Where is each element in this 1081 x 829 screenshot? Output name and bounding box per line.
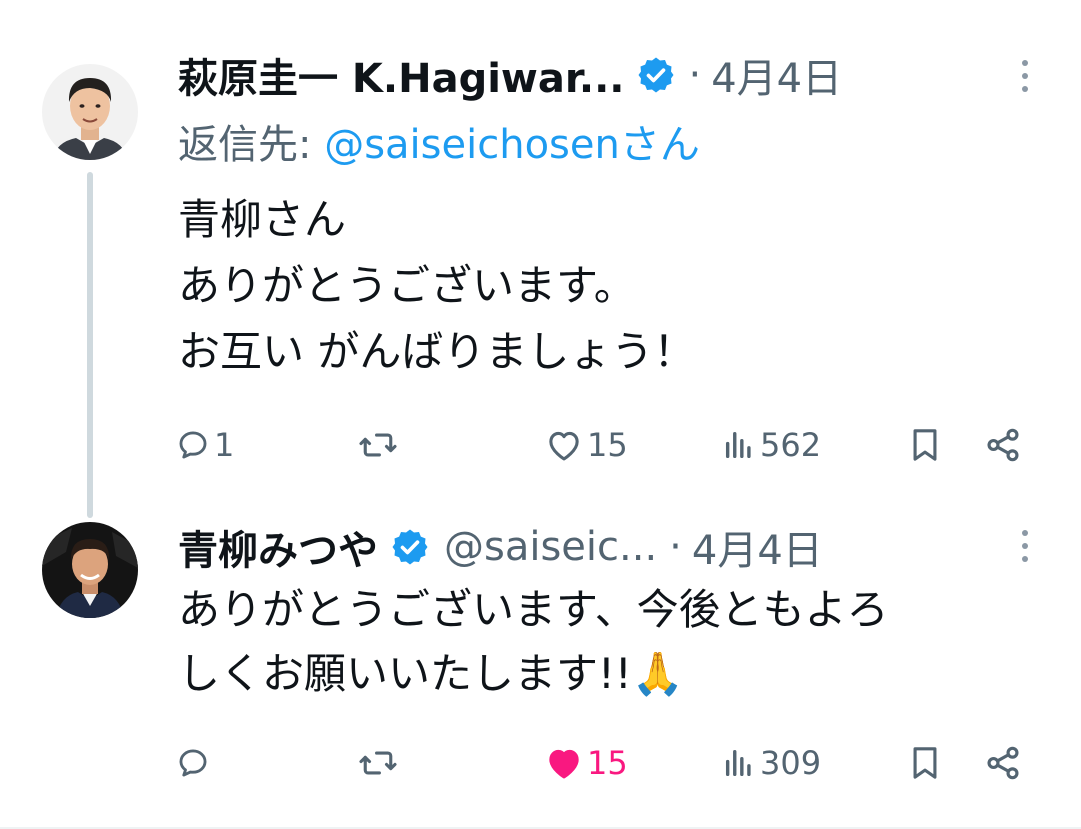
tweet-1[interactable]: 萩原圭一 K.Hagiwar... · 4月4日 返信先: @saiseicho…	[0, 0, 1081, 518]
reply-count: 1	[214, 426, 235, 464]
retweet-button[interactable]	[358, 738, 402, 788]
tweet-2[interactable]: 青柳みつや @saiseic... · 4月4日 ありがとうございます、今後とも…	[0, 500, 1081, 829]
bookmark-icon	[913, 429, 937, 461]
bookmark-icon	[913, 747, 937, 779]
like-button[interactable]: 15	[545, 738, 628, 788]
action-bar: 15 309	[0, 738, 1081, 788]
reply-icon	[179, 749, 207, 777]
retweet-icon	[359, 751, 397, 775]
retweet-button[interactable]	[358, 420, 402, 470]
reply-mention-link[interactable]: @saiseichosenさん	[324, 122, 700, 168]
timestamp[interactable]: 4月4日	[692, 518, 823, 576]
verified-badge-icon	[636, 55, 676, 95]
more-icon[interactable]	[1019, 530, 1031, 562]
more-icon[interactable]	[1019, 60, 1031, 92]
views-count: 562	[760, 426, 822, 464]
reply-prefix: 返信先:	[178, 122, 325, 168]
views-count: 309	[760, 744, 822, 782]
author-handle[interactable]: @saiseic...	[444, 524, 657, 570]
bookmark-button[interactable]	[908, 420, 942, 470]
like-icon	[549, 431, 579, 461]
tweet-text-line: しくお願いいたします!!🙏	[178, 649, 684, 698]
views-button[interactable]: 562	[722, 420, 821, 470]
reply-to: 返信先: @saiseichosenさん	[178, 112, 700, 170]
retweet-icon	[359, 433, 397, 457]
views-button[interactable]: 309	[722, 738, 821, 788]
tweet-text: ありがとうございます、今後ともよろ しくお願いいたします!!🙏	[178, 578, 889, 706]
tweet-text-line: 青柳さん	[178, 195, 347, 244]
views-icon	[725, 431, 751, 459]
verified-badge-icon	[390, 527, 430, 567]
like-icon	[549, 749, 579, 779]
like-count: 15	[587, 426, 628, 464]
avatar[interactable]	[42, 522, 138, 618]
share-button[interactable]	[984, 420, 1022, 470]
reply-button[interactable]	[176, 738, 214, 788]
tweet-text-line: ありがとうございます。	[178, 261, 636, 310]
tweet-header: 青柳みつや @saiseic... · 4月4日	[178, 517, 823, 577]
tweet-text-line: お互い がんばりましょう！	[178, 327, 696, 376]
separator: ·	[669, 524, 682, 570]
share-icon	[987, 428, 1019, 462]
share-button[interactable]	[984, 738, 1022, 788]
author-name[interactable]: 青柳みつや	[178, 518, 378, 576]
tweet-text-line: ありがとうございます、今後ともよろ	[178, 585, 889, 634]
avatar[interactable]	[42, 64, 138, 160]
views-icon	[725, 749, 751, 777]
like-count: 15	[587, 744, 628, 782]
reply-button[interactable]: 1	[176, 420, 234, 470]
bookmark-button[interactable]	[908, 738, 942, 788]
separator: ·	[688, 52, 702, 98]
tweet-text: 青柳さん ありがとうございます。 お互い がんばりましょう！	[178, 187, 695, 385]
author-name[interactable]: 萩原圭一 K.Hagiwar...	[178, 46, 624, 104]
like-button[interactable]: 15	[545, 420, 628, 470]
share-icon	[987, 746, 1019, 780]
timestamp[interactable]: 4月4日	[711, 46, 842, 104]
tweet-header: 萩原圭一 K.Hagiwar... · 4月4日	[178, 45, 842, 105]
action-bar: 1 15 562	[0, 420, 1081, 470]
reply-icon	[179, 431, 207, 459]
